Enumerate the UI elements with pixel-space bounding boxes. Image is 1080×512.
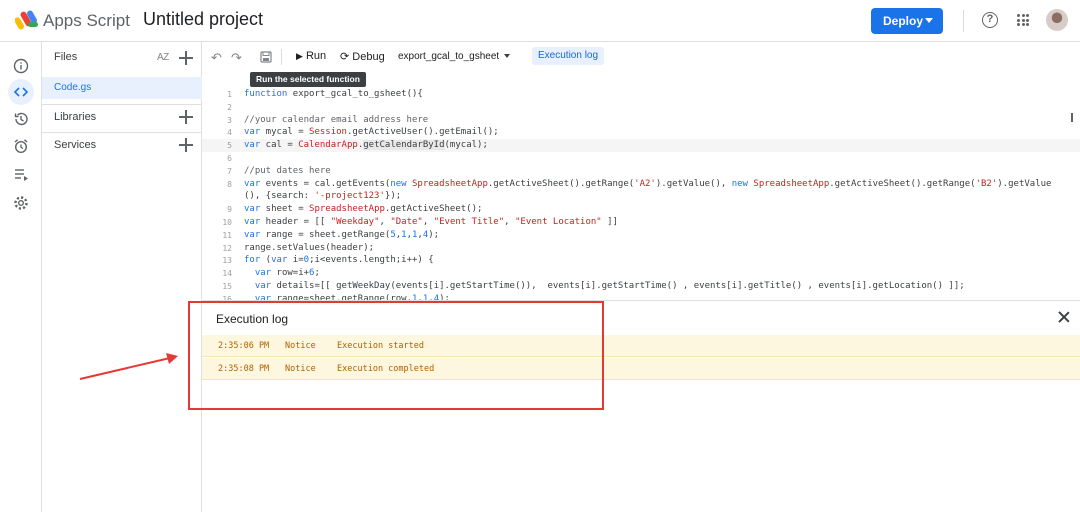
code-editor[interactable]: 1 function export_gcal_to_gsheet(){ 2 3 //yo… [202,72,1080,300]
deploy-button[interactable]: Deploy [871,8,943,34]
code-line[interactable]: 1 function export_gcal_to_gsheet(){ [202,88,1080,101]
deploy-label: Deploy [883,14,924,28]
line-number: 12 [222,243,232,253]
line-number: 8 [227,179,232,189]
add-library-icon[interactable] [179,110,193,124]
play-icon: ▶ [296,51,303,61]
left-nav [0,42,42,512]
editor-code-icon[interactable] [8,79,34,105]
code-line[interactable]: 6 [202,152,1080,165]
line-number: 14 [222,269,232,279]
libraries-heading: Libraries [54,111,97,123]
line-number: 4 [227,128,232,138]
chevron-down-icon [504,54,511,58]
top-bar: Apps Script Untitled project Deploy ? [0,0,1080,42]
code-line[interactable]: 7 //put dates here [202,165,1080,178]
code-line[interactable]: 5 var cal = CalendarApp.getCalendarById(m… [202,139,1080,153]
scrollbar-marker[interactable] [1071,113,1076,122]
code-text: //put dates here [244,165,331,176]
code-text: var range = sheet.getRange(5,1,1,4); [244,229,440,240]
project-name[interactable]: Untitled project [143,9,263,30]
line-number: 15 [222,282,232,291]
line-number: 9 [227,205,232,215]
help-icon[interactable]: ? [982,12,998,28]
file-name: Code.gs [54,82,92,93]
triggers-alarm-icon[interactable] [8,133,34,159]
add-service-icon[interactable] [179,138,193,152]
apps-grid-icon[interactable] [1017,14,1029,26]
code-text: for (var i=0;i<events.length;i++) { [244,255,434,266]
apps-script-logo-icon[interactable] [15,9,39,31]
avatar[interactable] [1046,9,1068,31]
close-icon[interactable] [1058,311,1070,323]
overview-info-icon[interactable] [8,53,34,79]
services-heading: Services [54,139,97,151]
line-number: 11 [222,230,232,240]
code-text: var events = cal.getEvents(new Spreadshe… [244,178,1052,189]
line-number: 13 [222,256,232,266]
code-text: var row=i+6; [254,268,320,279]
line-number: 7 [227,166,232,176]
file-panel: Files AZ Code.gs Libraries Services [42,42,202,512]
code-line[interactable]: 4 var mycal = Session.getActiveUser().get… [202,126,1080,139]
line-number: 2 [227,102,232,112]
divider [281,49,282,65]
add-file-icon[interactable] [179,51,193,65]
save-icon[interactable] [260,51,272,63]
annotation-arrow-icon [79,353,178,380]
run-label: Run [305,50,327,62]
redo-icon[interactable]: ↷ [231,50,242,66]
code-text: (), {search: '-project123'}); [244,191,402,202]
code-text: var cal = CalendarApp.getCalendarById(my… [244,140,488,151]
code-text: range.setValues(header); [244,242,375,253]
history-icon[interactable] [8,106,34,132]
execution-log-button[interactable]: Execution log [532,47,605,65]
divider [42,132,202,133]
annotation-highlight-box [188,301,604,410]
code-text: var range=sheet.getRange(row,1,1,4); [254,293,450,300]
code-text: //your calendar email address here [244,114,429,125]
code-text: function export_gcal_to_gsheet(){ [244,89,423,99]
divider [963,10,964,32]
line-number: 6 [227,154,232,163]
chevron-down-icon [925,18,933,23]
code-line[interactable]: 10 var header = [[ "Weekday", "Date", "Ev… [202,216,1080,229]
code-text: var mycal = Session.getActiveUser().getE… [244,127,499,138]
run-button[interactable]: ▶ Run [296,50,326,62]
debug-icon: ⟳ [340,51,350,63]
settings-gear-icon[interactable] [8,190,34,216]
code-line[interactable]: 15 var details=[[ getWeekDay(events[i].g… [202,280,1080,293]
code-text: var sheet = SpreadsheetApp.getActiveShee… [244,204,483,215]
debug-button[interactable]: ⟳ Debug [340,50,385,63]
debug-label: Debug [352,51,385,63]
code-line[interactable]: 2 [202,101,1080,114]
code-line[interactable]: 3 //your calendar email address here [202,114,1080,127]
code-line[interactable]: 16 var range=sheet.getRange(row,1,1,4); [202,293,1080,300]
files-heading: Files [54,51,78,63]
undo-icon[interactable]: ↶ [211,50,222,66]
divider [42,104,202,105]
sort-az-icon[interactable]: AZ [157,52,169,63]
code-line[interactable]: (), {search: '-project123'}); [202,190,1080,203]
app-name: Apps Script [43,11,130,30]
line-number: 3 [227,115,232,125]
function-select[interactable]: export_gcal_to_gsheet [398,51,511,62]
line-number: 16 [222,294,232,300]
executions-list-icon[interactable] [8,161,34,187]
code-text: var details=[[ getWeekDay(events[i].getS… [254,281,965,291]
line-number: 1 [227,90,232,99]
line-number: 10 [222,218,232,227]
code-line[interactable]: 8 var events = cal.getEvents(new Spreadsh… [202,178,1080,191]
code-line[interactable]: 13 for (var i=0;i<events.length;i++) { [202,254,1080,267]
function-name: export_gcal_to_gsheet [398,51,500,62]
file-item-code-gs[interactable]: Code.gs [42,77,202,99]
code-text: var header = [[ "Weekday", "Date", "Even… [244,217,618,227]
code-line[interactable]: 11 var range = sheet.getRange(5,1,1,4); [202,229,1080,242]
code-line[interactable]: 12 range.setValues(header); [202,242,1080,255]
run-tooltip: Run the selected function [250,72,366,87]
code-line[interactable]: 9 var sheet = SpreadsheetApp.getActiveShe… [202,203,1080,216]
code-line[interactable]: 14 var row=i+6; [202,267,1080,280]
editor-toolbar: ↶ ↷ ▶ Run ⟳ Debug export_gcal_to_gsheet … [202,42,1080,72]
line-number: 5 [227,141,232,151]
